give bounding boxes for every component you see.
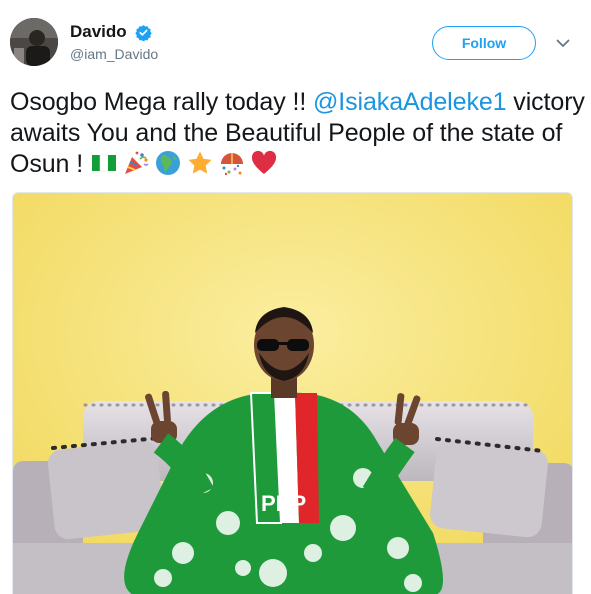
sash-text: PDP xyxy=(261,491,306,516)
chevron-down-icon[interactable] xyxy=(554,34,572,52)
tweet-text: Osogbo Mega rally today !! @IsiakaAdelek… xyxy=(10,87,585,180)
star-icon xyxy=(186,149,214,177)
flag-nigeria-icon xyxy=(90,149,118,177)
verified-badge-icon xyxy=(135,24,152,41)
follow-button[interactable]: Follow xyxy=(432,26,536,60)
author-names: Davido @iam_Davido xyxy=(70,22,158,62)
author-handle[interactable]: @iam_Davido xyxy=(70,46,158,62)
red-heart-icon xyxy=(250,149,278,177)
tweet-header: Davido @iam_Davido Follow xyxy=(10,18,581,70)
tweet-photo[interactable]: PDP xyxy=(12,192,573,594)
party-popper-icon xyxy=(122,149,150,177)
display-name[interactable]: Davido xyxy=(70,22,127,42)
mention-link[interactable]: @IsiakaAdeleke1 xyxy=(313,88,507,116)
confetti-ball-icon xyxy=(218,149,246,177)
tweet-text-part-1: Osogbo Mega rally today !! xyxy=(10,88,314,116)
avatar[interactable] xyxy=(10,18,58,66)
globe-africa-icon xyxy=(154,149,182,177)
